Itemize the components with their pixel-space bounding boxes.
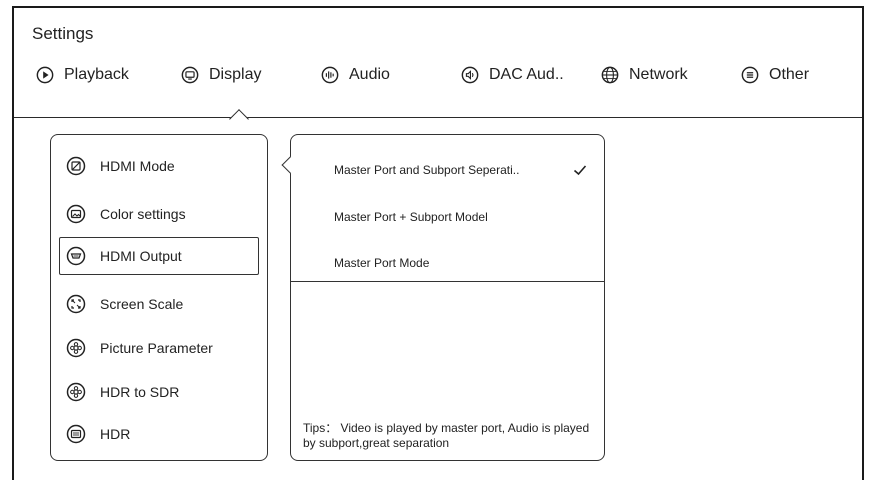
- settings-window: Settings Playback Display Audio DAC Aud.…: [12, 6, 864, 480]
- tab-playback[interactable]: Playback: [36, 62, 129, 88]
- tab-display[interactable]: Display: [181, 62, 261, 88]
- display-icon: [181, 66, 199, 84]
- tab-other-label: Other: [769, 66, 810, 83]
- picture-parameter-icon: [66, 338, 86, 358]
- menu-item-label: Color settings: [100, 206, 186, 222]
- globe-icon: [601, 66, 619, 84]
- hdmi-output-icon: [66, 246, 86, 266]
- checkmark-icon: [572, 162, 588, 178]
- tab-audio-label: Audio: [349, 66, 390, 83]
- menu-item-screen-scale[interactable]: Screen Scale: [59, 285, 259, 323]
- options-divider: [291, 281, 604, 282]
- audio-icon: [321, 66, 339, 84]
- tab-network-label: Network: [629, 66, 688, 83]
- menu-item-hdmi-mode[interactable]: HDMI Mode: [59, 147, 259, 185]
- option-label: Master Port + Subport Model: [334, 210, 488, 224]
- menu-item-label: Picture Parameter: [100, 340, 213, 356]
- menu-icon: [741, 66, 759, 84]
- menu-item-color-settings[interactable]: Color settings: [59, 195, 259, 233]
- tab-network[interactable]: Network: [601, 62, 688, 88]
- option-label: Master Port and Subport Seperati..: [334, 163, 520, 177]
- menu-item-hdmi-output[interactable]: HDMI Output: [59, 237, 259, 275]
- menu-item-hdr[interactable]: HDR: [59, 415, 259, 453]
- tab-dac-audio-label: DAC Aud..: [489, 66, 564, 83]
- play-icon: [36, 66, 54, 84]
- tips-text: Tips： Video is played by master port, Au…: [303, 421, 590, 450]
- tab-playback-label: Playback: [64, 66, 129, 83]
- tab-display-label: Display: [209, 66, 262, 83]
- menu-item-picture-parameter[interactable]: Picture Parameter: [59, 329, 259, 367]
- menu-item-label: HDMI Output: [100, 248, 182, 264]
- menu-item-hdr-to-sdr[interactable]: HDR to SDR: [59, 373, 259, 411]
- page-title: Settings: [32, 24, 94, 43]
- hdmi-output-options-panel: Master Port and Subport Seperati.. Maste…: [290, 134, 605, 461]
- option-label: Master Port Mode: [334, 256, 430, 270]
- tab-other[interactable]: Other: [741, 62, 809, 88]
- option-master-subport-separation[interactable]: Master Port and Subport Seperati..: [291, 150, 604, 190]
- menu-item-label: HDMI Mode: [100, 158, 175, 174]
- dac-audio-icon: [461, 66, 479, 84]
- option-master-port-mode[interactable]: Master Port Mode: [291, 243, 604, 283]
- hdr-icon: [66, 424, 86, 444]
- tab-audio[interactable]: Audio: [321, 62, 390, 88]
- display-menu: HDMI Mode Color settings HDMI Output Scr…: [50, 134, 268, 461]
- tab-dac-audio[interactable]: DAC Aud..: [461, 62, 564, 88]
- hdmi-mode-icon: [66, 156, 86, 176]
- menu-item-label: HDR: [100, 426, 131, 442]
- color-settings-icon: [66, 204, 86, 224]
- hdr-to-sdr-icon: [66, 382, 86, 402]
- menu-item-label: HDR to SDR: [100, 384, 180, 400]
- option-master-plus-subport[interactable]: Master Port + Subport Model: [291, 197, 604, 237]
- settings-header: Settings Playback Display Audio DAC Aud.…: [14, 8, 862, 118]
- menu-item-label: Screen Scale: [100, 296, 184, 312]
- screen-scale-icon: [66, 294, 86, 314]
